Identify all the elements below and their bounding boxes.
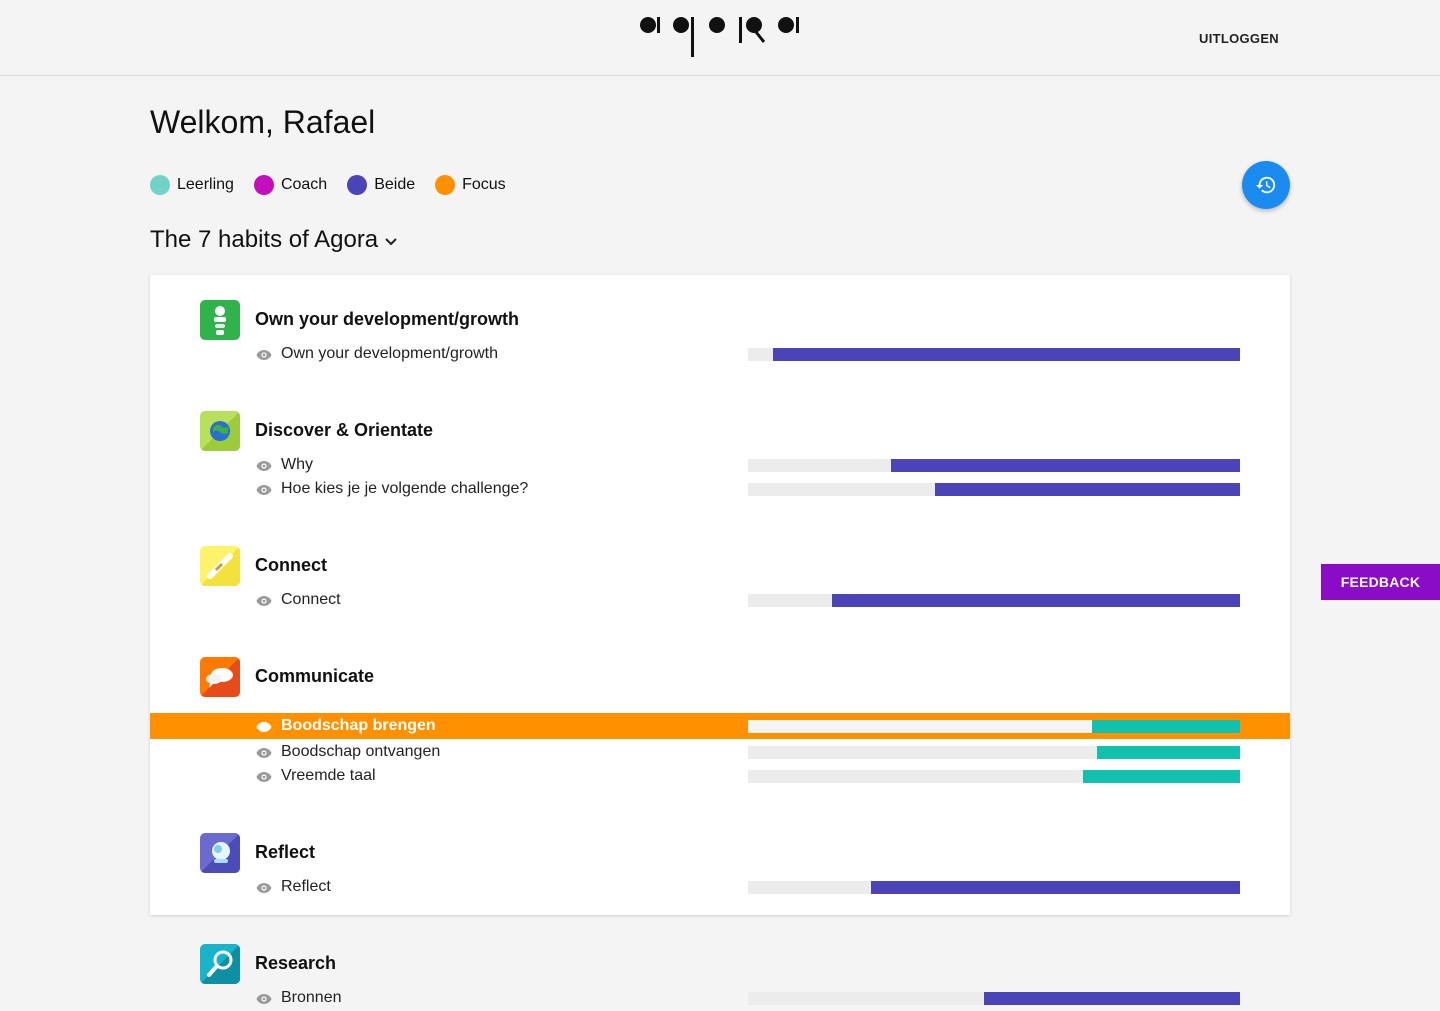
legend: Leerling Coach Beide Focus — [150, 174, 526, 196]
habit-title: Communicate — [255, 666, 375, 686]
progress-bar-fill — [890, 459, 1240, 472]
goal-label: Vreemde taal — [281, 767, 376, 784]
goal-row[interactable]: Why — [150, 452, 1290, 478]
goal-label: Why — [281, 456, 313, 473]
agora-logo[interactable] — [636, 14, 806, 60]
top-bar: UITLOGGEN — [0, 0, 1440, 76]
eye-icon[interactable] — [256, 720, 272, 732]
legend-dot — [347, 175, 368, 195]
goal-label: Bronnen — [281, 989, 342, 1006]
goal-row[interactable]: Bronnen — [150, 985, 1290, 1011]
progress-bar — [748, 594, 1240, 607]
habit-title: Research — [255, 953, 337, 973]
goal-row[interactable]: Vreemde taal — [150, 763, 1290, 789]
legend-item: Leerling — [150, 175, 234, 195]
eye-icon[interactable] — [256, 746, 272, 758]
progress-bar-fill — [772, 348, 1240, 361]
history-button[interactable] — [1242, 161, 1290, 209]
progress-bar — [748, 483, 1240, 496]
legend-label: Leerling — [177, 176, 234, 193]
growth-icon — [200, 300, 240, 340]
progress-bar — [748, 881, 1240, 894]
eye-icon[interactable] — [256, 459, 272, 471]
history-icon — [1255, 176, 1276, 194]
goal-label: Hoe kies je je volgende challenge? — [281, 480, 529, 497]
globe-icon — [200, 411, 240, 451]
goal-row[interactable]: Own your development/growth — [150, 341, 1290, 367]
logout-link[interactable]: UITLOGGEN — [1199, 31, 1279, 46]
progress-bar-fill — [831, 594, 1240, 607]
goal-row[interactable]: Boodschap brengen — [150, 713, 1290, 739]
progress-bar — [748, 459, 1240, 472]
legend-item: Beide — [347, 175, 415, 195]
chevron-down-icon — [385, 238, 397, 246]
habits-card: Own your development/growth Own your deve… — [150, 275, 1290, 1006]
framework-title: The 7 habits of Agora — [150, 226, 379, 253]
eye-icon[interactable] — [256, 881, 272, 893]
progress-bar-fill — [1092, 720, 1240, 733]
progress-bar-fill — [1097, 746, 1240, 759]
progress-bar-fill — [871, 881, 1240, 894]
goal-row[interactable]: Hoe kies je je volgende challenge? — [150, 476, 1290, 502]
eye-icon[interactable] — [256, 992, 272, 1004]
progress-bar — [748, 348, 1240, 361]
goal-row[interactable]: Boodschap ontvangen — [150, 739, 1290, 765]
legend-dot — [435, 175, 456, 195]
goal-label: Own your development/growth — [281, 345, 498, 362]
legend-dot — [150, 175, 170, 195]
progress-bar — [748, 992, 1240, 1005]
goal-label: Connect — [281, 591, 341, 608]
legend-label: Focus — [462, 176, 506, 193]
habit-title: Connect — [255, 555, 327, 575]
progress-bar-fill — [984, 992, 1240, 1005]
progress-bar — [748, 770, 1240, 783]
eye-icon[interactable] — [256, 594, 272, 606]
legend-label: Coach — [280, 176, 328, 193]
welcome-heading: Welkom, Rafael — [150, 104, 376, 140]
habit-title: Discover & Orientate — [255, 420, 434, 440]
feedback-button[interactable]: FEEDBACK — [1321, 564, 1440, 600]
progress-bar — [748, 720, 1240, 733]
goal-row[interactable]: Connect — [150, 587, 1290, 613]
eye-icon[interactable] — [256, 348, 272, 360]
progress-bar-fill — [934, 483, 1240, 496]
legend-item: Focus — [435, 175, 506, 195]
speech-bubble-icon — [200, 657, 240, 697]
progress-bar — [748, 746, 1240, 759]
goal-label: Boodschap brengen — [281, 717, 436, 734]
eye-icon[interactable] — [256, 483, 272, 495]
goal-label: Boodschap ontvangen — [281, 743, 441, 760]
eye-icon[interactable] — [256, 770, 272, 782]
goal-label: Reflect — [281, 878, 331, 895]
reflect-icon — [200, 833, 240, 873]
goal-row[interactable]: Reflect — [150, 874, 1290, 900]
legend-label: Beide — [374, 176, 416, 193]
legend-item: Coach — [253, 175, 328, 195]
legend-dot — [253, 175, 274, 195]
magnifier-icon — [200, 944, 240, 984]
habit-title: Own your development/growth — [255, 309, 520, 329]
connect-icon — [200, 546, 240, 586]
habit-title: Reflect — [255, 842, 316, 862]
progress-bar-fill — [1082, 770, 1240, 783]
framework-selector[interactable]: The 7 habits of Agora — [150, 226, 398, 254]
